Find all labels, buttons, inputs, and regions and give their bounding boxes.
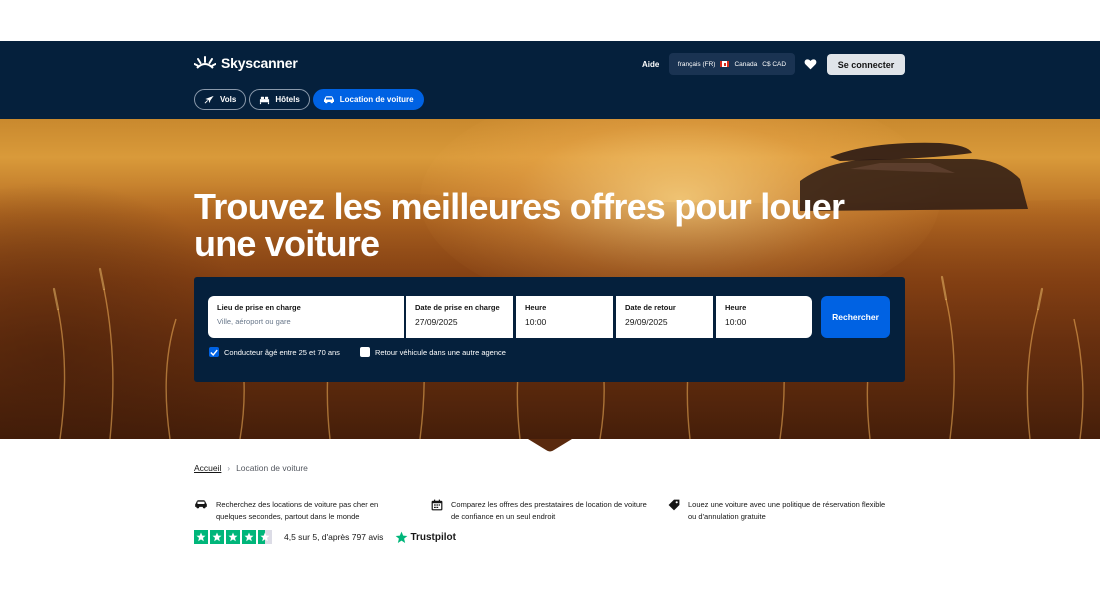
locale-selector-button[interactable]: français (FR) Canada C$ CAD: [669, 53, 795, 75]
driver-age-label: Conducteur âgé entre 25 et 70 ans: [224, 347, 340, 357]
hero-bottom-notch: [528, 439, 572, 452]
feature-compare: Comparez les offres des prestataires de …: [431, 499, 656, 523]
different-return-label: Retour véhicule dans une autre agence: [375, 347, 506, 357]
different-return-checkbox[interactable]: Retour véhicule dans une autre agence: [360, 347, 506, 357]
return-time-field[interactable]: Heure 10:00: [716, 296, 812, 338]
saved-heart-icon[interactable]: [804, 57, 817, 75]
return-time-label: Heure: [725, 303, 747, 312]
car-hire-search-panel: Lieu de prise en charge Ville, aéroport …: [194, 277, 905, 382]
tag-icon: [668, 499, 680, 511]
tab-hotels-label: Hôtels: [275, 95, 300, 104]
pickup-time-value: 10:00: [525, 317, 547, 327]
breadcrumb-home-link[interactable]: Accueil: [194, 463, 221, 473]
return-date-label: Date de retour: [625, 303, 676, 312]
tab-hotels[interactable]: Hôtels: [249, 89, 310, 110]
tab-flights-label: Vols: [220, 95, 237, 104]
trustpilot-rating[interactable]: 4,5 sur 5, d'après 797 avis Trustpilot: [194, 530, 456, 544]
breadcrumb-separator: ›: [227, 463, 231, 473]
star-icon: [242, 530, 256, 544]
trustpilot-name: Trustpilot: [410, 531, 456, 543]
feature-flexible-text: Louez une voiture avec une politique de …: [688, 500, 886, 521]
car-icon: [323, 96, 334, 104]
feature-flexible: Louez une voiture avec une politique de …: [668, 499, 893, 523]
site-header: Skyscanner Aide français (FR) Canada C$ …: [0, 41, 1100, 119]
pickup-location-placeholder: Ville, aéroport ou gare: [217, 317, 291, 326]
skyscanner-logo[interactable]: Skyscanner: [194, 55, 298, 71]
tab-car-hire-label: Location de voiture: [339, 95, 414, 104]
car-icon: [195, 500, 207, 509]
feature-compare-text: Comparez les offres des prestataires de …: [451, 500, 647, 521]
locale-country: Canada: [734, 60, 758, 68]
sunrise-logo-icon: [194, 56, 216, 69]
rating-stars: [194, 530, 272, 544]
locale-currency: C$ CAD: [762, 60, 787, 68]
trustpilot-logo: Trustpilot: [395, 531, 456, 544]
star-icon: [226, 530, 240, 544]
pickup-location-label: Lieu de prise en charge: [217, 303, 301, 312]
checkbox-unchecked-icon: [360, 347, 370, 357]
pickup-date-field[interactable]: Date de prise en charge 27/09/2025: [406, 296, 513, 338]
rating-summary: 4,5 sur 5, d'après 797 avis: [284, 532, 384, 542]
pickup-time-label: Heure: [525, 303, 547, 312]
page-top-margin: [0, 0, 1100, 41]
driver-age-checkbox[interactable]: Conducteur âgé entre 25 et 70 ans: [209, 347, 340, 357]
pickup-location-input[interactable]: Lieu de prise en charge Ville, aéroport …: [208, 296, 404, 338]
return-date-value: 29/09/2025: [625, 317, 668, 327]
checkbox-checked-icon: [209, 347, 219, 357]
feature-search-cheap: Recherchez des locations de voiture pas …: [194, 499, 409, 523]
star-icon: [210, 530, 224, 544]
hero-headline: Trouvez les meilleures offres pour louer…: [194, 186, 845, 264]
feature-search-text: Recherchez des locations de voiture pas …: [216, 500, 379, 521]
half-star-icon: [258, 530, 272, 544]
breadcrumb: Accueil › Location de voiture: [194, 463, 308, 473]
calendar-icon: [431, 499, 443, 511]
canada-flag-icon: [720, 61, 730, 67]
tab-car-hire[interactable]: Location de voiture: [312, 89, 424, 110]
breadcrumb-current: Location de voiture: [236, 463, 308, 473]
logo-text: Skyscanner: [221, 55, 298, 71]
return-time-value: 10:00: [725, 317, 747, 327]
trustpilot-star-icon: [396, 531, 408, 543]
bed-icon: [260, 96, 270, 104]
vertical-nav: Vols Hôtels Location de voiture: [194, 89, 424, 110]
pickup-date-value: 27/09/2025: [415, 317, 458, 327]
plane-icon: [204, 95, 214, 104]
pickup-time-field[interactable]: Heure 10:00: [516, 296, 613, 338]
locale-language: français (FR): [677, 60, 716, 68]
search-button[interactable]: Rechercher: [821, 296, 890, 338]
login-button[interactable]: Se connecter: [827, 54, 905, 75]
help-link[interactable]: Aide: [642, 60, 659, 69]
return-date-field[interactable]: Date de retour 29/09/2025: [616, 296, 713, 338]
star-icon: [194, 530, 208, 544]
tab-flights[interactable]: Vols: [194, 89, 247, 110]
pickup-date-label: Date de prise en charge: [415, 303, 500, 312]
